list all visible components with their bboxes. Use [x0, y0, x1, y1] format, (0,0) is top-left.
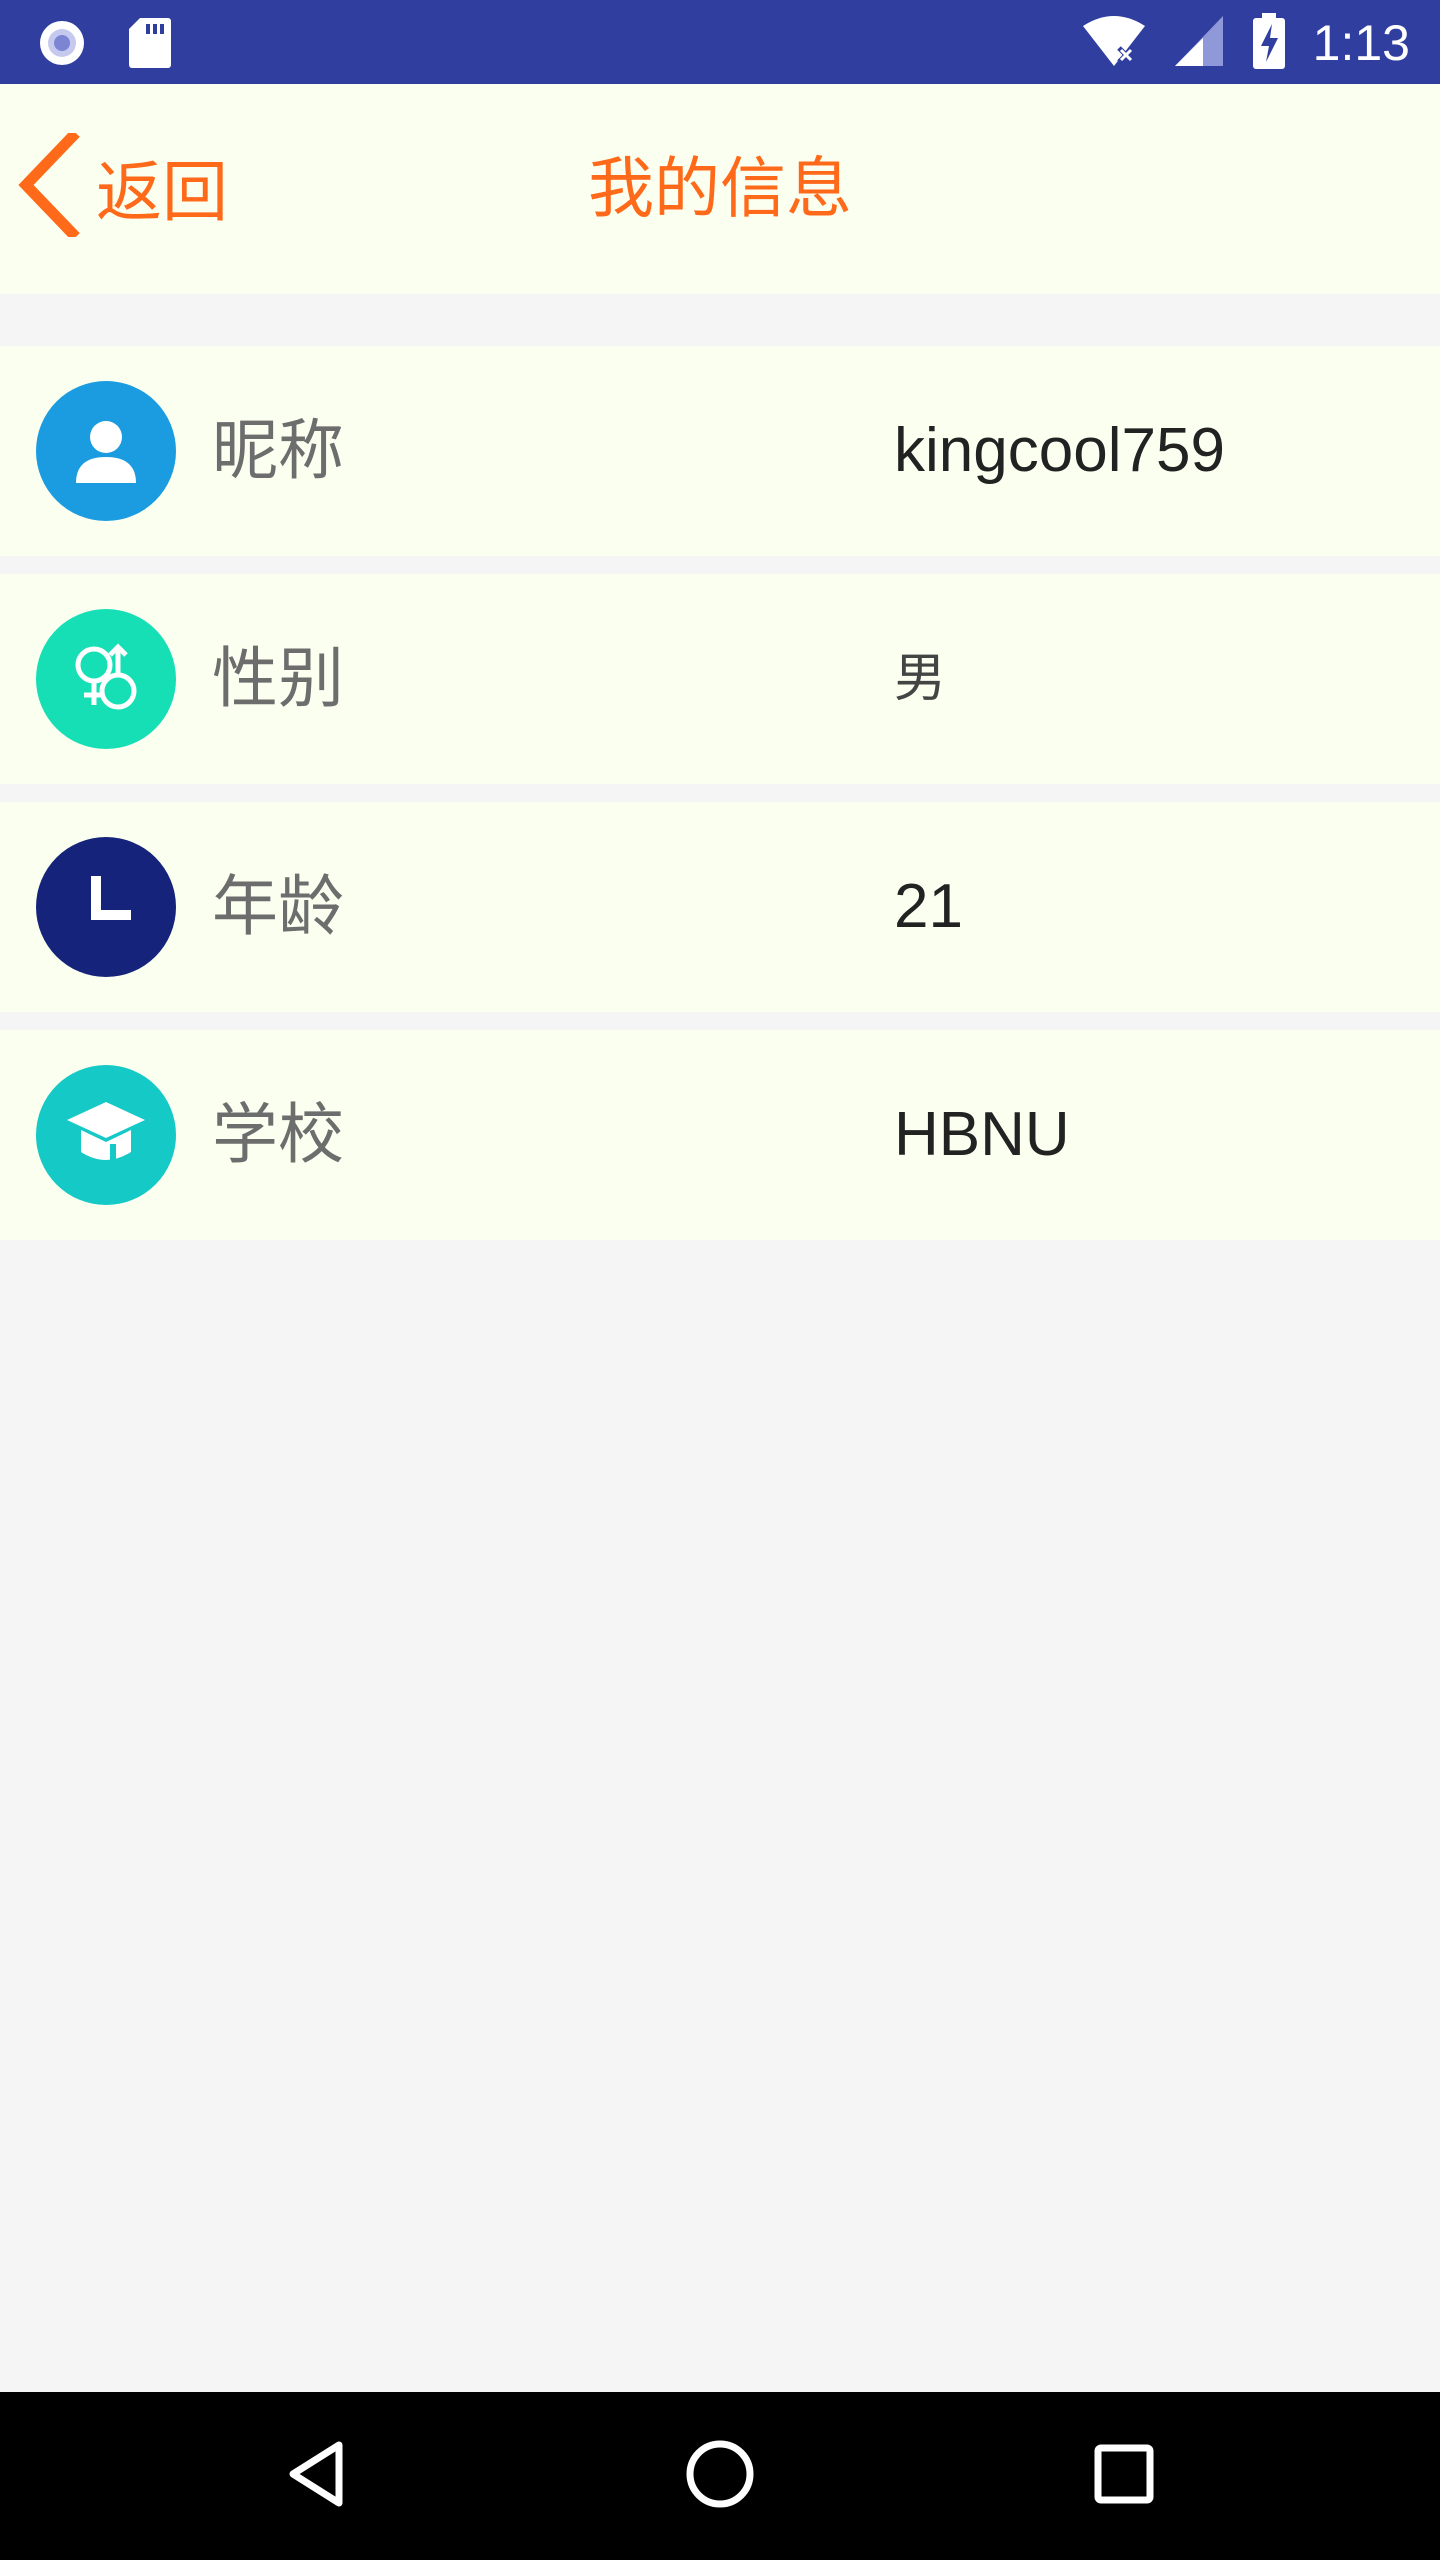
- nav-back-button[interactable]: [276, 2436, 356, 2516]
- nav-home-button[interactable]: [680, 2436, 760, 2516]
- gender-icon: [36, 609, 176, 749]
- row-label: 年龄: [212, 868, 344, 945]
- chevron-left-icon: [18, 129, 80, 241]
- clock-icon: [36, 837, 176, 977]
- battery-charging-icon: [1251, 12, 1287, 74]
- row-value: 21: [894, 872, 963, 941]
- list-item-age[interactable]: 年龄 21: [0, 802, 1440, 1012]
- info-list: 昵称 kingcool759 性别 男 年龄 21 学校 HBNU: [0, 346, 1440, 1258]
- app-header: 我的信息 返回: [0, 84, 1440, 294]
- back-button[interactable]: 返回: [18, 129, 228, 242]
- status-right-icons: 1:13: [1081, 12, 1410, 74]
- list-item-gender[interactable]: 性别 男: [0, 574, 1440, 784]
- status-left-icons: [36, 16, 172, 74]
- sd-card-icon: [128, 16, 172, 74]
- row-label: 昵称: [212, 412, 344, 489]
- back-triangle-icon: [283, 2439, 349, 2513]
- navigation-bar: [0, 2392, 1440, 2560]
- home-circle-icon: [684, 2438, 756, 2514]
- back-label: 返回: [96, 154, 228, 231]
- row-value: 男: [894, 649, 947, 709]
- row-value: HBNU: [894, 1100, 1070, 1169]
- list-item-school[interactable]: 学校 HBNU: [0, 1030, 1440, 1240]
- wifi-icon: [1081, 14, 1147, 72]
- user-icon: [36, 381, 176, 521]
- row-label: 学校: [212, 1096, 344, 1173]
- recents-square-icon: [1092, 2442, 1156, 2510]
- row-label: 性别: [212, 640, 344, 717]
- row-value: kingcool759: [894, 416, 1225, 485]
- graduation-cap-icon: [36, 1065, 176, 1205]
- status-bar: 1:13: [0, 0, 1440, 84]
- sync-icon: [36, 17, 88, 73]
- nav-recents-button[interactable]: [1084, 2436, 1164, 2516]
- status-time: 1:13: [1312, 15, 1410, 71]
- list-item-nickname[interactable]: 昵称 kingcool759: [0, 346, 1440, 556]
- signal-icon: [1173, 14, 1225, 72]
